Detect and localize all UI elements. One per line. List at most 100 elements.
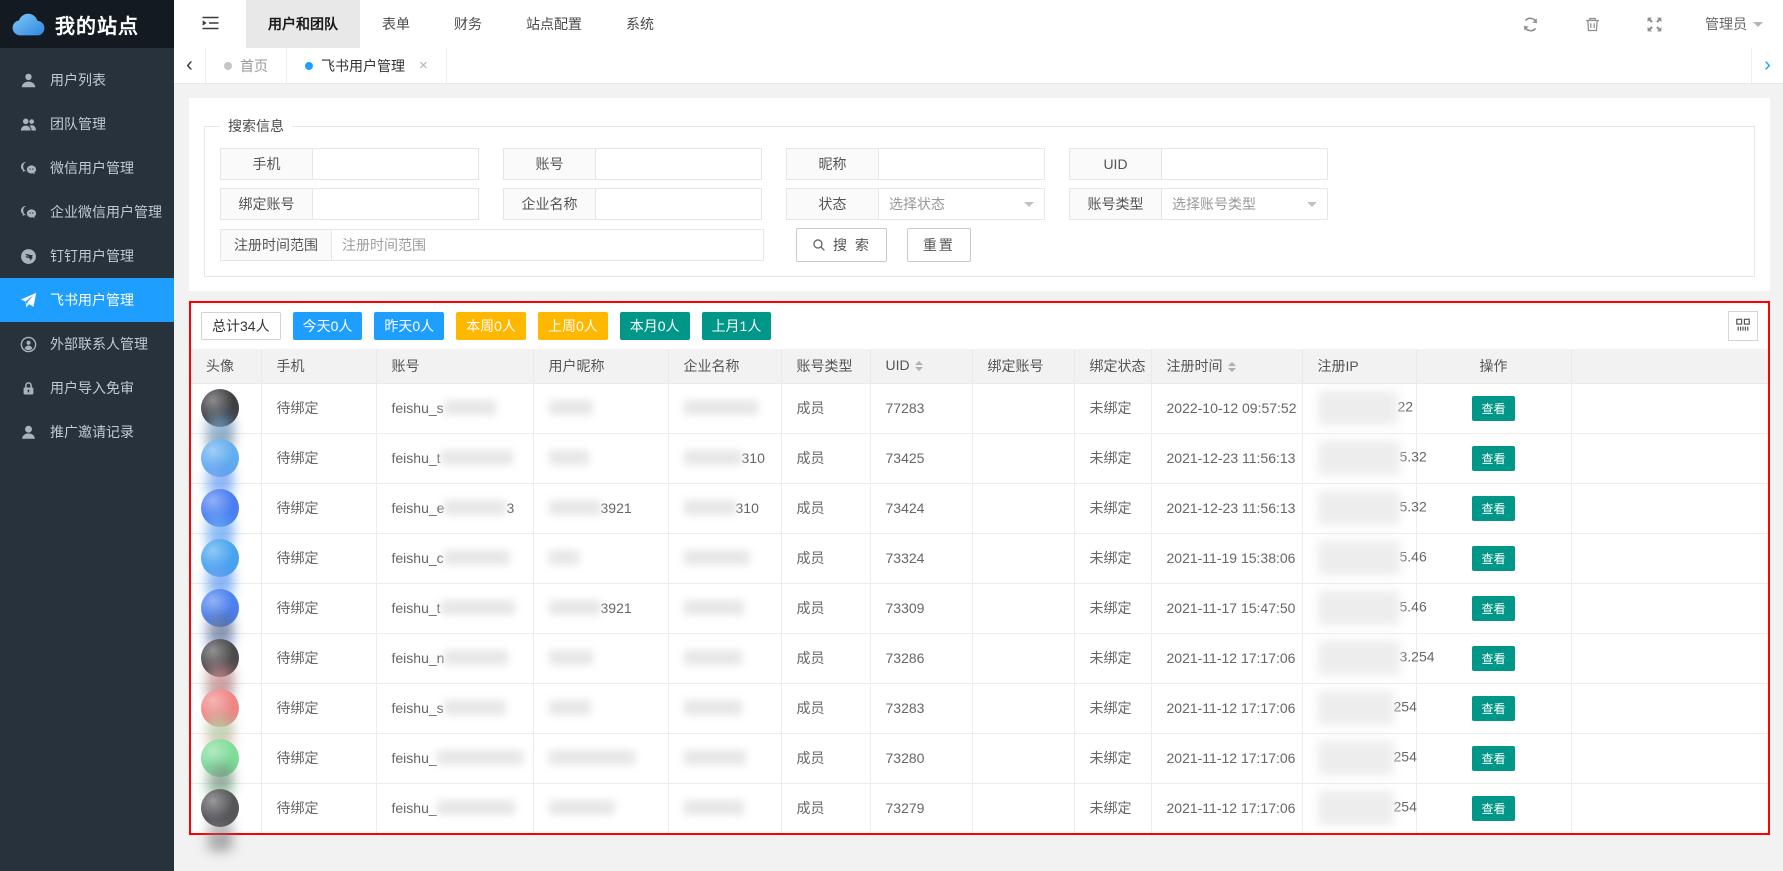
view-button[interactable]: 查看 — [1472, 746, 1514, 771]
sidebar-item-invite[interactable]: 推广邀请记录 — [0, 410, 174, 454]
type-cell: 成员 — [781, 683, 870, 733]
column-header-2: 账号 — [376, 349, 533, 383]
collapse-menu-icon — [201, 15, 220, 34]
column-label: 注册IP — [1318, 358, 1359, 374]
ip-suffix: 22 — [1398, 399, 1414, 415]
refresh-button[interactable] — [1522, 16, 1539, 33]
sidebar-item-team[interactable]: 团队管理 — [0, 102, 174, 146]
dingtalk-icon — [20, 248, 37, 265]
text-field[interactable] — [1161, 148, 1328, 180]
text-field[interactable] — [312, 148, 479, 180]
sidebar: 我的站点 用户列表团队管理微信用户管理企业微信用户管理钉钉用户管理飞书用户管理外… — [0, 0, 174, 871]
column-settings-button[interactable] — [1728, 311, 1758, 341]
top-menu-item-2[interactable]: 财务 — [432, 0, 504, 48]
view-button[interactable]: 查看 — [1472, 696, 1514, 721]
sort-icon[interactable] — [1228, 358, 1236, 376]
nickname-suffix: 3921 — [601, 500, 632, 516]
user-menu[interactable]: 管理员 — [1705, 14, 1763, 34]
search-button[interactable]: 搜 索 — [796, 228, 887, 262]
stat-badge-2[interactable]: 昨天0人 — [374, 312, 444, 340]
text-field[interactable] — [878, 148, 1045, 180]
select-field[interactable]: 选择状态 — [878, 188, 1045, 220]
tabs-scroll-right-button[interactable]: › — [1751, 48, 1783, 83]
table-row: 待绑定feishu_c成员73324未绑定2021-11-19 15:38:06… — [191, 533, 1768, 583]
nickname-cell — [533, 683, 668, 733]
redacted-blur — [684, 600, 744, 615]
view-button[interactable]: 查看 — [1472, 646, 1514, 671]
sidebar-item-feishu[interactable]: 飞书用户管理 — [0, 278, 174, 322]
brand[interactable]: 我的站点 — [0, 0, 174, 48]
collapse-sidebar-button[interactable] — [174, 15, 246, 34]
redacted-blur — [1318, 391, 1398, 425]
reg-time-cell: 2021-11-17 15:47:50 — [1151, 583, 1302, 633]
bind-account-cell — [972, 583, 1074, 633]
sidebar-item-contacts[interactable]: 外部联系人管理 — [0, 322, 174, 366]
redacted-blur — [549, 500, 601, 515]
top-menu-item-4[interactable]: 系统 — [604, 0, 676, 48]
sidebar-item-import-lock[interactable]: 用户导入免审 — [0, 366, 174, 410]
text-field[interactable] — [595, 148, 762, 180]
account-prefix: feishu_s — [392, 700, 444, 716]
page-tab-label: 飞书用户管理 — [321, 56, 405, 76]
stat-badge-3[interactable]: 本周0人 — [456, 312, 526, 340]
text-field[interactable] — [312, 188, 479, 220]
content: 搜索信息 手机账号昵称UID绑定账号企业名称状态选择状态账号类型选择账号类型注册… — [174, 84, 1783, 871]
view-button[interactable]: 查看 — [1472, 546, 1514, 571]
view-button[interactable]: 查看 — [1472, 596, 1514, 621]
cloud-logo-icon — [10, 12, 48, 37]
stat-badge-4[interactable]: 上周0人 — [538, 312, 608, 340]
select-field[interactable]: 选择账号类型 — [1161, 188, 1328, 220]
view-button[interactable]: 查看 — [1472, 396, 1514, 421]
account-prefix: feishu_t — [392, 450, 441, 466]
bind-account-cell — [972, 633, 1074, 683]
stat-badge-0[interactable]: 总计34人 — [201, 312, 281, 340]
view-button[interactable]: 查看 — [1472, 496, 1514, 521]
ip-suffix: 5.32 — [1400, 449, 1427, 465]
bind-account-cell — [972, 733, 1074, 783]
sidebar-item-wecom[interactable]: 企业微信用户管理 — [0, 190, 174, 234]
stat-badge-5[interactable]: 本月0人 — [620, 312, 690, 340]
reg-time-cell: 2021-12-23 11:56:13 — [1151, 483, 1302, 533]
account-prefix: feishu_ — [392, 750, 437, 766]
stat-badge-6[interactable]: 上月1人 — [702, 312, 772, 340]
sidebar-item-label: 飞书用户管理 — [50, 290, 134, 310]
redacted-blur — [444, 550, 510, 565]
clear-cache-button[interactable] — [1584, 16, 1601, 33]
ip-suffix: 5.32 — [1400, 499, 1427, 515]
uid-cell: 73309 — [870, 583, 972, 633]
text-field[interactable] — [331, 229, 764, 261]
uid-cell: 73324 — [870, 533, 972, 583]
top-menu-item-0[interactable]: 用户和团队 — [246, 0, 360, 48]
text-field[interactable] — [595, 188, 762, 220]
account-prefix: feishu_t — [392, 600, 441, 616]
close-icon[interactable]: × — [419, 57, 428, 74]
sidebar-item-user[interactable]: 用户列表 — [0, 58, 174, 102]
tabs-scroll-left-button[interactable]: ‹ — [174, 48, 206, 83]
ip-cell: 254 — [1302, 783, 1416, 833]
app: 我的站点 用户列表团队管理微信用户管理企业微信用户管理钉钉用户管理飞书用户管理外… — [0, 0, 1783, 871]
reset-button[interactable]: 重置 — [907, 228, 971, 262]
account-prefix: feishu_n — [392, 650, 445, 666]
view-button[interactable]: 查看 — [1472, 446, 1514, 471]
top-menu-item-3[interactable]: 站点配置 — [504, 0, 604, 48]
invite-icon — [20, 424, 37, 441]
user-name: 管理员 — [1705, 14, 1747, 34]
fullscreen-button[interactable] — [1646, 16, 1663, 33]
sidebar-item-dingtalk[interactable]: 钉钉用户管理 — [0, 234, 174, 278]
column-header-6[interactable]: UID — [870, 349, 972, 383]
chevron-down-icon — [1024, 202, 1034, 212]
view-button[interactable]: 查看 — [1472, 796, 1514, 821]
bind-account-cell — [972, 783, 1074, 833]
page-tab-0[interactable]: 首页 — [206, 48, 287, 83]
column-header-9[interactable]: 注册时间 — [1151, 349, 1302, 383]
sort-icon[interactable] — [915, 357, 923, 375]
top-menu-item-1[interactable]: 表单 — [360, 0, 432, 48]
column-label: 账号类型 — [797, 358, 853, 374]
redacted-blur — [549, 600, 601, 615]
nickname-cell — [533, 633, 668, 683]
sidebar-item-wechat[interactable]: 微信用户管理 — [0, 146, 174, 190]
account-prefix: feishu_c — [392, 550, 444, 566]
page-tab-1[interactable]: 飞书用户管理 × — [287, 48, 447, 83]
stat-badge-1[interactable]: 今天0人 — [293, 312, 363, 340]
redacted-blur — [444, 500, 506, 515]
